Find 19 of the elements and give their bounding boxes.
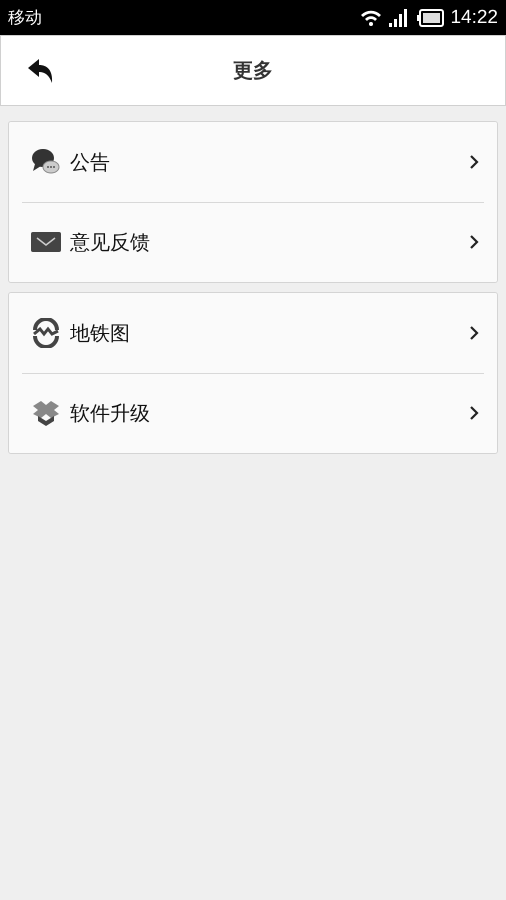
envelope-icon <box>30 230 62 254</box>
menu-item-label: 软件升级 <box>70 400 151 426</box>
menu-item[interactable]: 软件升级 <box>9 373 497 453</box>
menu-item-label: 公告 <box>70 148 111 176</box>
chevron-right-icon <box>469 154 479 170</box>
carrier-name: 移动 <box>8 7 42 29</box>
battery-icon <box>416 8 444 26</box>
menu-item[interactable]: 意见反馈 <box>9 202 497 282</box>
clock-time: 14:22 <box>450 6 498 28</box>
metro-logo-icon <box>30 318 62 348</box>
page-title: 更多 <box>233 57 273 84</box>
chevron-right-icon <box>469 325 479 341</box>
menu-item[interactable]: 地铁图 <box>9 293 497 373</box>
chevron-right-icon <box>469 234 479 250</box>
wifi-icon <box>360 8 382 26</box>
chevron-right-icon <box>469 405 479 421</box>
menu-item-label: 地铁图 <box>70 320 131 346</box>
menu-item[interactable]: 公告 <box>9 122 497 202</box>
menu-item-label: 意见反馈 <box>70 228 151 256</box>
